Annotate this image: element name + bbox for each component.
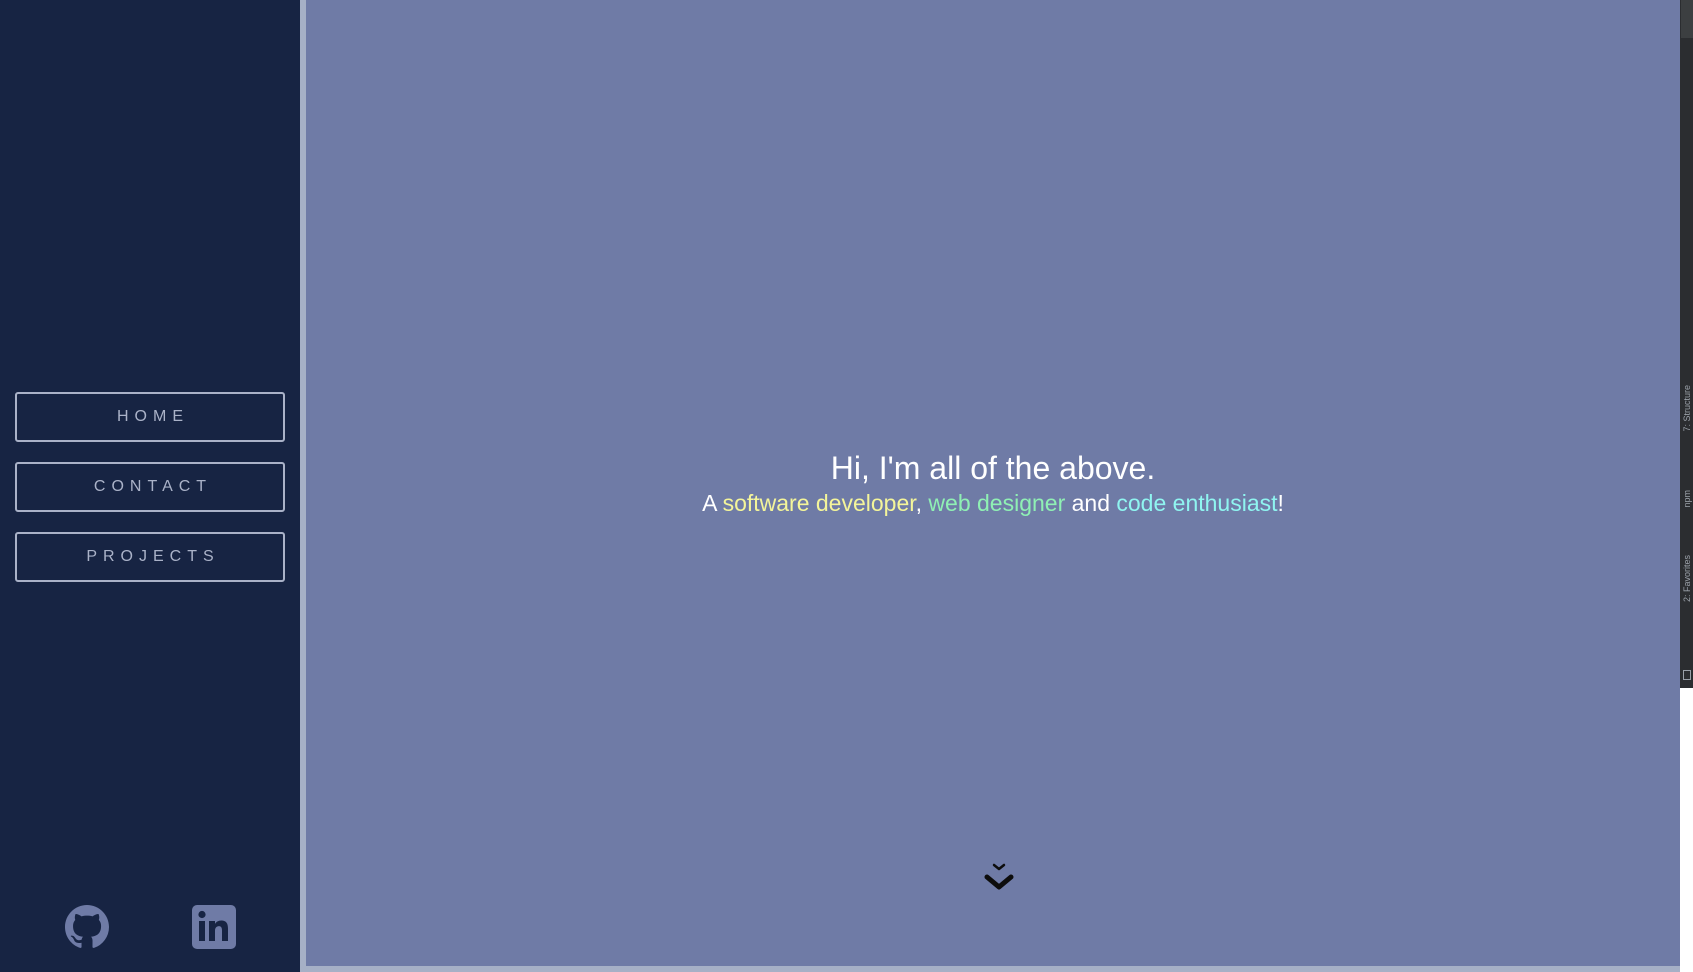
role-web-designer: web designer — [928, 490, 1066, 516]
sidebar: HOME CONTACT PROJECTS — [0, 0, 300, 972]
subtitle-separator: and — [1065, 490, 1117, 516]
hero-title: Hi, I'm all of the above. — [830, 450, 1156, 486]
subtitle-prefix: A — [702, 490, 723, 516]
nav-projects-button[interactable]: PROJECTS — [15, 532, 285, 582]
social-links — [0, 905, 300, 951]
ide-panel-empty — [1680, 688, 1693, 972]
ide-panel-window-icon[interactable] — [1683, 670, 1691, 680]
linkedin-icon — [192, 905, 236, 949]
hero-subtitle: A software developer, web designer and c… — [306, 488, 1680, 518]
sidebar-nav: HOME CONTACT PROJECTS — [15, 392, 285, 602]
ide-tab-npm[interactable]: npm — [1682, 490, 1692, 508]
scroll-down-button[interactable] — [982, 862, 1016, 896]
subtitle-separator: , — [915, 490, 929, 516]
ide-panel-top-tab[interactable] — [1681, 0, 1693, 38]
hero: Hi, I'm all of the above. A software dev… — [306, 448, 1680, 518]
app-window: HOME CONTACT PROJECTS Hi, I'm all of the… — [0, 0, 1693, 972]
role-software-developer: software developer — [722, 490, 916, 516]
nav-home-button[interactable]: HOME — [15, 392, 285, 442]
nav-contact-button[interactable]: CONTACT — [15, 462, 285, 512]
github-link[interactable] — [65, 905, 109, 949]
ide-tab-structure[interactable]: 7: Structure — [1682, 385, 1692, 432]
chevron-double-down-icon — [984, 863, 1014, 890]
ide-tab-favorites[interactable]: 2: Favorites — [1682, 555, 1692, 602]
github-icon — [65, 905, 109, 948]
linkedin-link[interactable] — [192, 905, 236, 949]
role-code-enthusiast: code enthusiast — [1116, 490, 1278, 516]
main-bottom-border — [306, 966, 1680, 972]
subtitle-suffix: ! — [1277, 490, 1284, 516]
